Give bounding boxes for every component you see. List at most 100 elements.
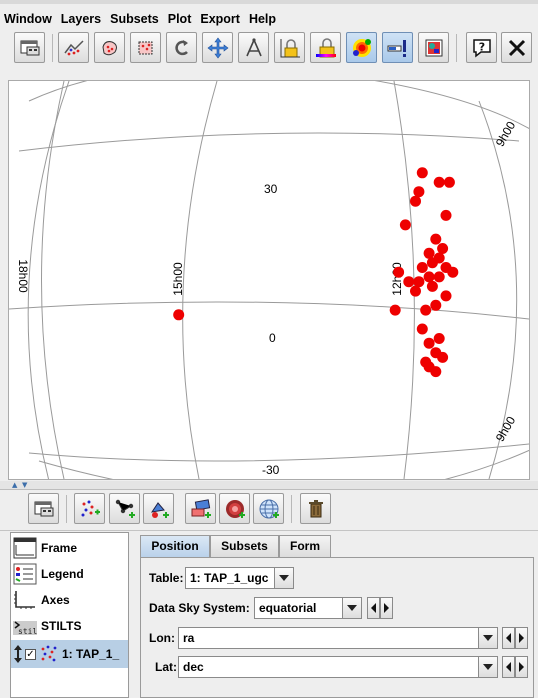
- sky-plot-panel[interactable]: 30 0 -30 9h00 9h00 12h00 15h00 18h00: [8, 80, 530, 480]
- toolbar-separator: [456, 34, 457, 62]
- close-icon: [508, 39, 525, 56]
- menu-help[interactable]: Help: [249, 12, 276, 26]
- replot-button[interactable]: [166, 32, 197, 63]
- layer-visible-checkbox[interactable]: ✓: [25, 648, 36, 660]
- scatter-point: [416, 323, 428, 335]
- layer-item-legend[interactable]: Legend: [11, 562, 128, 586]
- scatter-point: [413, 276, 425, 288]
- layer-item-axes[interactable]: Axes: [11, 588, 128, 612]
- add-pair-plot-icon: [115, 499, 135, 518]
- close-button[interactable]: [501, 32, 532, 63]
- sky-plot[interactable]: 30 0 -30 9h00 9h00 12h00 15h00 18h00: [9, 81, 529, 479]
- menu-window[interactable]: Window: [4, 12, 52, 26]
- chevron-down-icon[interactable]: [478, 657, 497, 677]
- collapse-down-icon[interactable]: ▼: [22, 481, 27, 489]
- tab-subsets[interactable]: Subsets: [210, 535, 279, 557]
- help-icon: ?: [472, 38, 491, 58]
- lon-stepper[interactable]: [502, 627, 528, 649]
- drag-handle-icon[interactable]: [13, 644, 23, 664]
- lon-label: Lon:: [149, 631, 175, 645]
- add-area-plot-icon: [150, 501, 169, 518]
- sky-system-selector[interactable]: equatorial: [254, 597, 362, 619]
- menu-subsets[interactable]: Subsets: [110, 12, 159, 26]
- chevron-down-icon[interactable]: [478, 628, 497, 648]
- axis-lock-icon: [245, 37, 262, 56]
- scatter-point: [447, 266, 459, 278]
- svg-text:stilts: stilts: [18, 627, 37, 636]
- table-selector[interactable]: 1: TAP_1_ugc: [185, 567, 294, 589]
- next-arrow-icon[interactable]: [515, 656, 528, 678]
- aspect-lock-button[interactable]: [274, 32, 305, 63]
- layer-control-window-button[interactable]: [28, 493, 59, 524]
- add-pair-plot-button[interactable]: [109, 493, 140, 524]
- window-title-edge: [0, 0, 538, 4]
- layer-item-table[interactable]: ✓ 1: TAP_1_: [11, 640, 128, 668]
- add-shapes-plot-button[interactable]: [185, 493, 216, 524]
- lat-line-30: [18, 132, 520, 152]
- lon-value: ra: [183, 631, 195, 645]
- layer-item-label: 1: TAP_1_: [62, 647, 120, 661]
- sky-boundary: [27, 81, 70, 479]
- aspect-lock-icon: [280, 38, 300, 57]
- control-window-icon: [20, 40, 39, 55]
- sky-system-stepper[interactable]: [367, 597, 393, 619]
- menu-plot[interactable]: Plot: [168, 12, 192, 26]
- subset-from-region-button[interactable]: [94, 32, 125, 63]
- add-position-plot-button[interactable]: [74, 493, 105, 524]
- grid-label-lat-m30: -30: [262, 463, 280, 477]
- sketch-button[interactable]: [346, 32, 377, 63]
- menu-bar: Window Layers Subsets Plot Export Help: [0, 0, 538, 30]
- toolbar-separator: [52, 34, 53, 62]
- split-divider[interactable]: ▲ ▼: [0, 481, 538, 490]
- grid-label-lat-0: 0: [269, 331, 276, 345]
- previous-arrow-icon[interactable]: [502, 656, 515, 678]
- tab-form[interactable]: Form: [279, 535, 331, 557]
- tab-position[interactable]: Position: [140, 535, 210, 558]
- chevron-down-icon[interactable]: [342, 598, 361, 618]
- lat-line-m30: [28, 443, 529, 462]
- navigation-help-button[interactable]: [58, 32, 89, 63]
- replot-icon: [174, 39, 188, 55]
- add-shapes-plot-icon: [191, 498, 211, 518]
- scatter-point: [437, 243, 449, 254]
- scatter-point: [440, 290, 452, 302]
- progress-icon: [387, 39, 406, 57]
- progress-button[interactable]: [382, 32, 413, 63]
- chevron-down-icon[interactable]: [274, 568, 293, 588]
- scatter-point: [410, 285, 421, 297]
- layer-item-frame[interactable]: Frame: [11, 536, 128, 560]
- help-button[interactable]: ?: [466, 32, 497, 63]
- pan-zoom-button[interactable]: [202, 32, 233, 63]
- control-window-button[interactable]: [14, 32, 45, 63]
- pan-zoom-icon: [207, 37, 228, 58]
- scatter-point: [416, 262, 428, 273]
- collapse-up-icon[interactable]: ▲: [12, 481, 17, 489]
- layer-item-stilts[interactable]: stilts STILTS: [11, 614, 128, 638]
- lat-selector[interactable]: dec: [178, 656, 498, 678]
- add-area-plot-button[interactable]: [143, 493, 174, 524]
- export-image-button[interactable]: [418, 32, 449, 63]
- menu-export[interactable]: Export: [200, 12, 240, 26]
- add-density-plot-button[interactable]: [219, 493, 250, 524]
- add-sky-grid-button[interactable]: [253, 493, 284, 524]
- scatter-point: [173, 309, 185, 321]
- grid-label-lon-9h: 9h00: [493, 119, 519, 149]
- scatter-layer-icon: [41, 645, 57, 662]
- add-position-plot-icon: [81, 500, 100, 516]
- subset-from-visible-button[interactable]: [130, 32, 161, 63]
- axis-lock-button[interactable]: [238, 32, 269, 63]
- previous-arrow-icon[interactable]: [502, 627, 515, 649]
- table-selector-value: 1: TAP_1_ugc: [190, 571, 269, 585]
- previous-arrow-icon[interactable]: [367, 597, 380, 619]
- menu-layers[interactable]: Layers: [61, 12, 101, 26]
- delete-layer-button[interactable]: [300, 493, 331, 524]
- subset-from-region-icon: [101, 40, 117, 55]
- stats-lock-button[interactable]: [310, 32, 341, 63]
- main-toolbar: ?: [0, 30, 538, 70]
- lat-stepper[interactable]: [502, 656, 528, 678]
- lon-selector[interactable]: ra: [178, 627, 498, 649]
- scatter-point: [433, 271, 445, 283]
- next-arrow-icon[interactable]: [380, 597, 393, 619]
- sky-system-label: Data Sky System:: [149, 601, 250, 615]
- next-arrow-icon[interactable]: [515, 627, 528, 649]
